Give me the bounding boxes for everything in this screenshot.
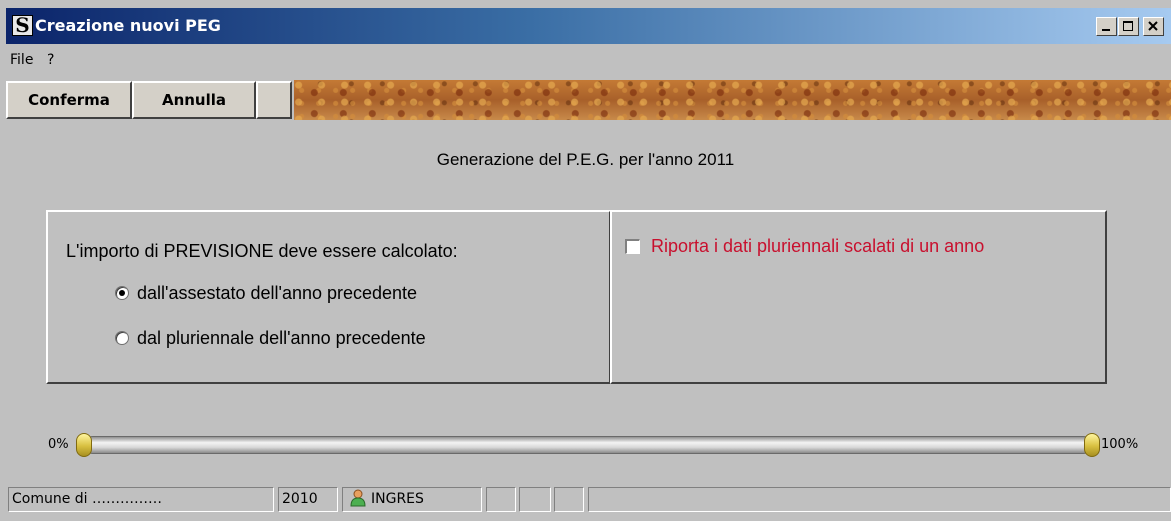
minimize-icon [1102, 29, 1110, 31]
toolbar: Conferma Annulla [6, 80, 1171, 120]
window-title: Creazione nuovi PEG [35, 16, 221, 35]
progress-max-label: 100% [1101, 437, 1139, 452]
status-cell-4 [588, 487, 1171, 512]
riporta-checkbox-label[interactable]: Riporta i dati pluriennali scalati di un… [651, 235, 984, 257]
title-bar[interactable]: S Creazione nuovi PEG [6, 8, 1171, 44]
progress-left-cap [76, 433, 92, 457]
progress-min-label: 0% [48, 437, 69, 452]
calculation-panel: L'importo di PREVISIONE deve essere calc… [46, 210, 611, 384]
s-logo-icon[interactable]: S [12, 15, 33, 36]
user-icon [350, 489, 366, 507]
menu-help[interactable]: ? [47, 52, 54, 68]
confirm-button[interactable]: Conferma [6, 81, 132, 119]
status-user: INGRES [342, 487, 482, 512]
status-cell-3 [554, 487, 584, 512]
menu-bar: File ? [6, 44, 1171, 76]
menu-file[interactable]: File [10, 52, 33, 68]
progress-track [84, 436, 1092, 454]
maximize-button[interactable] [1118, 17, 1139, 36]
minimize-button[interactable] [1096, 17, 1117, 36]
riporta-checkbox[interactable] [625, 239, 640, 254]
radio-pluriennale[interactable] [115, 331, 129, 345]
page-heading: Generazione del P.E.G. per l'anno 2011 [436, 150, 735, 169]
close-button[interactable] [1143, 17, 1164, 36]
status-comune: Comune di …………… [8, 487, 274, 512]
app-window: S Creazione nuovi PEG File ? Conferma An… [0, 0, 1171, 521]
toolbar-texture-banner [294, 80, 1171, 120]
close-icon [1148, 21, 1158, 31]
radio-assestato-label[interactable]: dall'assestato dell'anno precedente [137, 282, 417, 304]
radio-pluriennale-label[interactable]: dal pluriennale dell'anno precedente [137, 327, 426, 349]
maximize-icon [1123, 21, 1133, 31]
status-user-name: INGRES [371, 491, 424, 507]
calculation-label: L'importo di PREVISIONE deve essere calc… [66, 241, 458, 261]
status-cell-1 [486, 487, 516, 512]
status-cell-2 [519, 487, 551, 512]
radio-assestato[interactable] [115, 286, 129, 300]
status-year: 2010 [278, 487, 338, 512]
empty-toolbar-button[interactable] [256, 81, 292, 119]
progress-bar [76, 432, 1100, 458]
status-bar: Comune di …………… 2010 INGRES [6, 486, 1171, 513]
radio-selected-dot [119, 290, 125, 296]
progress-right-cap [1084, 433, 1100, 457]
options-panel: Riporta i dati pluriennali scalati di un… [610, 210, 1107, 384]
cancel-button[interactable]: Annulla [132, 81, 256, 119]
